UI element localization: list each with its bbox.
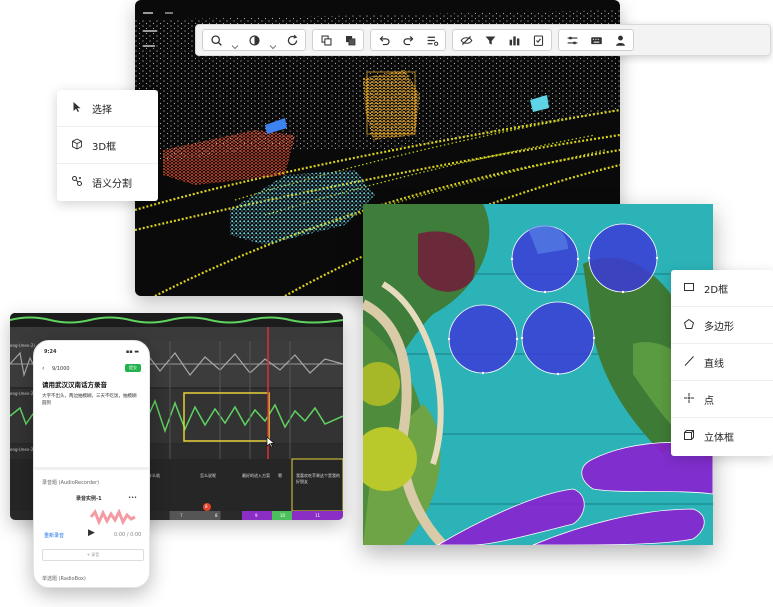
tool-polygon[interactable]: 多边形 <box>671 307 773 344</box>
rectangle-icon <box>683 281 695 296</box>
settings-tool-group <box>558 29 634 51</box>
vegetable-image[interactable] <box>363 204 713 545</box>
tool-label: 点 <box>704 395 714 407</box>
tool-label: 直线 <box>704 358 724 370</box>
play-icon[interactable]: ▶ <box>88 528 95 538</box>
divider <box>34 467 149 470</box>
segment-number: 11 <box>315 513 321 518</box>
refresh-icon[interactable] <box>283 31 301 49</box>
view-tool-group <box>202 29 306 51</box>
single-choice-label: 单选题 (RadioBox) <box>42 576 86 582</box>
duration-text: 0:00 / 0:00 <box>114 532 142 538</box>
lidar-tool-menu: 选择 3D框 语义分割 <box>57 90 158 201</box>
more-icon[interactable]: ••• <box>128 495 137 501</box>
example-label: 录音实例-1 <box>76 496 102 502</box>
check-icon[interactable] <box>529 31 547 49</box>
track-label: eng-(men-2) <box>10 343 35 348</box>
tool-semantic-segmentation[interactable]: 语义分割 <box>57 164 158 201</box>
tool-label: 立体框 <box>704 433 734 444</box>
recorder-label: 录音题 (AudioRecorder) <box>42 480 100 486</box>
cube-icon <box>71 137 83 153</box>
question-title: 请用武汉汉南话方录音 <box>42 381 107 389</box>
signal-icon: ▪▪ ▬ <box>125 349 139 355</box>
segment-number: 10 <box>280 513 286 518</box>
progress-counter: 9/1000 <box>52 366 70 372</box>
cursor-icon <box>71 101 83 116</box>
segment-text: 最好的进入方案 <box>242 473 270 478</box>
track-label: eng-(men-2) <box>10 391 35 396</box>
tool-2d-box[interactable]: 2D框 <box>671 270 773 307</box>
tool-select[interactable]: 选择 <box>57 90 158 127</box>
mouse-cursor-icon <box>266 436 275 448</box>
polygon-icon <box>683 318 695 333</box>
list-icon[interactable] <box>423 31 441 49</box>
point-icon <box>683 392 695 407</box>
history-tool-group <box>370 29 446 51</box>
keyboard-icon[interactable] <box>587 31 605 49</box>
segment-text: 嗯 <box>278 473 282 478</box>
recording-waveform <box>89 509 136 525</box>
segment-icon <box>71 175 83 190</box>
add-recording-button[interactable]: + 录音 <box>42 549 144 561</box>
back-icon[interactable]: ‹ <box>42 365 44 372</box>
segment-text: 什么啥 <box>148 473 160 478</box>
undo-icon[interactable] <box>375 31 393 49</box>
rerecord-link[interactable]: 重新录音 <box>44 532 64 539</box>
chevron-down-icon[interactable] <box>269 36 277 50</box>
tool-point[interactable]: 点 <box>671 381 773 418</box>
tool-label: 2D框 <box>704 284 729 296</box>
segment-text: 怎么说呢 <box>200 473 216 478</box>
tool-label: 多边形 <box>704 321 734 333</box>
submit-button[interactable]: 提交 <box>125 364 141 372</box>
segment-number: 7 <box>180 513 183 518</box>
chart-icon[interactable] <box>505 31 523 49</box>
search-icon[interactable] <box>207 31 225 49</box>
user-icon[interactable] <box>611 31 629 49</box>
display-tool-group <box>452 29 552 51</box>
chevron-down-icon[interactable] <box>231 36 239 50</box>
question-instruction: 大字不出头，两边抽模糊，三天不吃饭，抽模糊圆到 <box>42 394 137 406</box>
mobile-recorder: 9:24 ▪▪ ▬ ‹ 9/1000 提交 请用武汉汉南话方录音 大字不出头，两… <box>33 340 150 588</box>
filter-icon[interactable] <box>481 31 499 49</box>
tool-label: 选择 <box>92 104 112 116</box>
segment-number: 8 <box>215 513 218 518</box>
status-time: 9:24 <box>44 349 57 355</box>
track-label: eng-(men-2) <box>10 447 35 452</box>
segment-text: 我喜欢吃苹果这个是我的好朋友 <box>296 473 340 484</box>
copy-icon[interactable] <box>317 31 335 49</box>
tool-cuboid[interactable]: 立体框 <box>671 418 773 455</box>
settings-icon[interactable] <box>563 31 581 49</box>
hide-icon[interactable] <box>457 31 475 49</box>
tool-label: 3D框 <box>92 141 117 153</box>
annotation-toolbar <box>195 24 771 56</box>
image-tool-menu: 2D框 多边形 直线 点 立体框 <box>671 270 773 456</box>
clipboard-tool-group <box>312 29 364 51</box>
contrast-icon[interactable] <box>245 31 263 49</box>
line-icon <box>683 355 695 370</box>
segment-badge: 8 <box>205 504 208 509</box>
segment-number: 9 <box>255 513 258 518</box>
image-annotation-canvas[interactable] <box>363 204 713 545</box>
paste-icon[interactable] <box>341 31 359 49</box>
tool-label: 语义分割 <box>92 179 132 190</box>
tool-line[interactable]: 直线 <box>671 344 773 381</box>
cuboid-icon <box>683 429 695 444</box>
tool-3d-box[interactable]: 3D框 <box>57 127 158 164</box>
redo-icon[interactable] <box>399 31 417 49</box>
